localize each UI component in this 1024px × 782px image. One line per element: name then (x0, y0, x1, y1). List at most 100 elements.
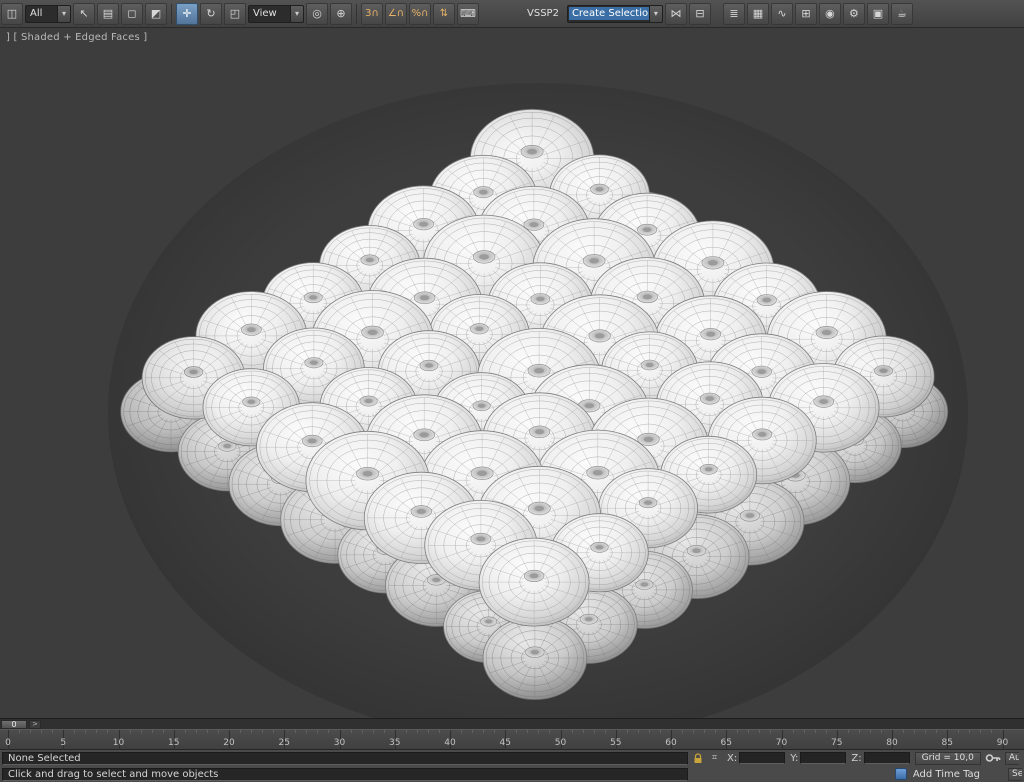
graphite-ribbon-icon[interactable]: ▦ (747, 3, 769, 25)
frame-tick-label: 50 (555, 738, 566, 748)
schematic-view-icon[interactable]: ⊞ (795, 3, 817, 25)
percent-snap-icon[interactable]: %∩ (409, 3, 431, 25)
torus-mesh[interactable] (479, 538, 589, 626)
next-frame-button[interactable]: > (29, 720, 41, 729)
toolbar-separator (356, 4, 357, 24)
snap-toggle-3d-icon[interactable]: 3∩ (361, 3, 383, 25)
frame-tick-label: 55 (610, 738, 621, 748)
selection-filter-dropdown-value: All (26, 8, 57, 19)
frame-tick (693, 730, 694, 733)
frame-tick (958, 730, 959, 733)
material-editor-icon[interactable]: ◉ (819, 3, 841, 25)
frame-tick (317, 730, 318, 733)
window-crossing-icon[interactable]: ◩ (145, 3, 167, 25)
frame-tick (406, 730, 407, 733)
frame-tick (549, 730, 550, 733)
frame-tick (936, 730, 937, 733)
frame-tick (826, 730, 827, 733)
status-bar: None Selected ⌗ X: Y: Z: Grid = 10,0 Au … (0, 750, 1024, 782)
viewport-scene[interactable] (0, 28, 1024, 718)
x-label: X: (724, 753, 737, 764)
toolbar-label-vssp2[interactable]: VSSP2 (521, 8, 565, 19)
frame-tick (41, 730, 42, 733)
frame-tick (594, 730, 595, 733)
track-bar[interactable]: 051015202530354045505560657075808590 (0, 729, 1024, 750)
layer-manager-icon[interactable]: ≣ (723, 3, 745, 25)
frame-tick (870, 730, 871, 733)
frame-tick (638, 730, 639, 733)
selection-status-field[interactable]: None Selected (2, 752, 688, 765)
named-selection-set-combo[interactable]: Create Selection Se▾ (567, 5, 663, 23)
time-slider[interactable]: 0 > (0, 718, 1024, 729)
frame-tick (848, 730, 849, 733)
reference-coordinate-dropdown[interactable]: View▾ (248, 5, 304, 23)
viewport[interactable]: ] [ Shaded + Edged Faces ] (0, 28, 1024, 718)
render-setup-icon[interactable]: ⚙ (843, 3, 865, 25)
viewport-shading-label[interactable]: ] [ Shaded + Edged Faces ] (6, 32, 147, 43)
frame-tick (991, 730, 992, 733)
keyboard-override-icon[interactable]: ⌨ (457, 3, 479, 25)
torus-mesh[interactable] (483, 617, 587, 700)
time-slider-handle[interactable]: 0 (1, 720, 27, 729)
selection-lock-icon[interactable] (690, 752, 705, 765)
select-and-link-icon[interactable]: ◫ (1, 3, 23, 25)
key-icon[interactable] (983, 752, 1003, 765)
frame-tick (804, 730, 805, 733)
time-tag-icon[interactable] (895, 768, 907, 780)
frame-tick-label: 5 (60, 738, 66, 748)
set-key-button[interactable]: Se (1008, 768, 1022, 781)
named-selection-set-combo-value: Create Selection Se (569, 7, 649, 20)
add-time-tag-button[interactable]: Add Time Tag (913, 769, 980, 780)
frame-tick (328, 730, 329, 733)
select-and-rotate-icon[interactable]: ↻ (200, 3, 222, 25)
frame-tick (793, 730, 794, 733)
frame-tick (185, 730, 186, 733)
spinner-snap-icon[interactable]: ⇅ (433, 3, 455, 25)
select-and-scale-icon[interactable]: ◰ (224, 3, 246, 25)
frame-tick-label: 30 (334, 738, 345, 748)
grid-setting-display: Grid = 10,0 (915, 752, 981, 765)
select-object-icon[interactable]: ↖ (73, 3, 95, 25)
frame-tick (472, 730, 473, 733)
reference-coordinate-dropdown-value: View (249, 8, 290, 19)
select-and-manipulate-icon[interactable]: ⊕ (330, 3, 352, 25)
frame-tick (439, 730, 440, 733)
z-coordinate-field[interactable] (864, 752, 910, 764)
frame-tick (52, 730, 53, 733)
selection-filter-dropdown[interactable]: All▾ (25, 5, 71, 23)
frame-tick (859, 730, 860, 733)
use-pivot-point-icon[interactable]: ◎ (306, 3, 328, 25)
x-coordinate-field[interactable] (739, 752, 785, 764)
y-coordinate-field[interactable] (800, 752, 846, 764)
frame-tick (196, 730, 197, 733)
frame-tick (572, 730, 573, 733)
frame-tick (273, 730, 274, 733)
frame-tick (881, 730, 882, 733)
chevron-down-icon[interactable]: ▾ (649, 6, 662, 22)
rectangular-selection-region-icon[interactable]: ◻ (121, 3, 143, 25)
auto-key-button[interactable]: Au (1005, 752, 1019, 765)
frame-tick (649, 730, 650, 733)
select-and-move-icon[interactable]: ✛ (176, 3, 198, 25)
curve-editor-icon[interactable]: ∿ (771, 3, 793, 25)
frame-tick (748, 730, 749, 733)
frame-tick (770, 730, 771, 733)
select-by-name-icon[interactable]: ▤ (97, 3, 119, 25)
frame-tick (759, 730, 760, 733)
angle-snap-icon[interactable]: ∠∩ (385, 3, 407, 25)
frame-tick (704, 730, 705, 733)
frame-tick (30, 730, 31, 733)
render-production-icon[interactable]: ☕ (891, 3, 913, 25)
align-icon[interactable]: ⊟ (689, 3, 711, 25)
chevron-down-icon[interactable]: ▾ (57, 6, 70, 22)
rendered-frame-icon[interactable]: ▣ (867, 3, 889, 25)
mirror-icon[interactable]: ⋈ (665, 3, 687, 25)
main-toolbar: ◫All▾↖▤◻◩✛↻◰View▾◎⊕3∩∠∩%∩⇅⌨VSSP2Create S… (0, 0, 1024, 28)
chevron-down-icon[interactable]: ▾ (290, 6, 303, 22)
frame-tick (516, 730, 517, 733)
frame-tick-label: 90 (997, 738, 1008, 748)
frame-tick (96, 730, 97, 733)
toolbar-gap (713, 13, 721, 14)
absolute-offset-toggle-icon[interactable]: ⌗ (707, 752, 722, 765)
frame-tick (494, 730, 495, 733)
